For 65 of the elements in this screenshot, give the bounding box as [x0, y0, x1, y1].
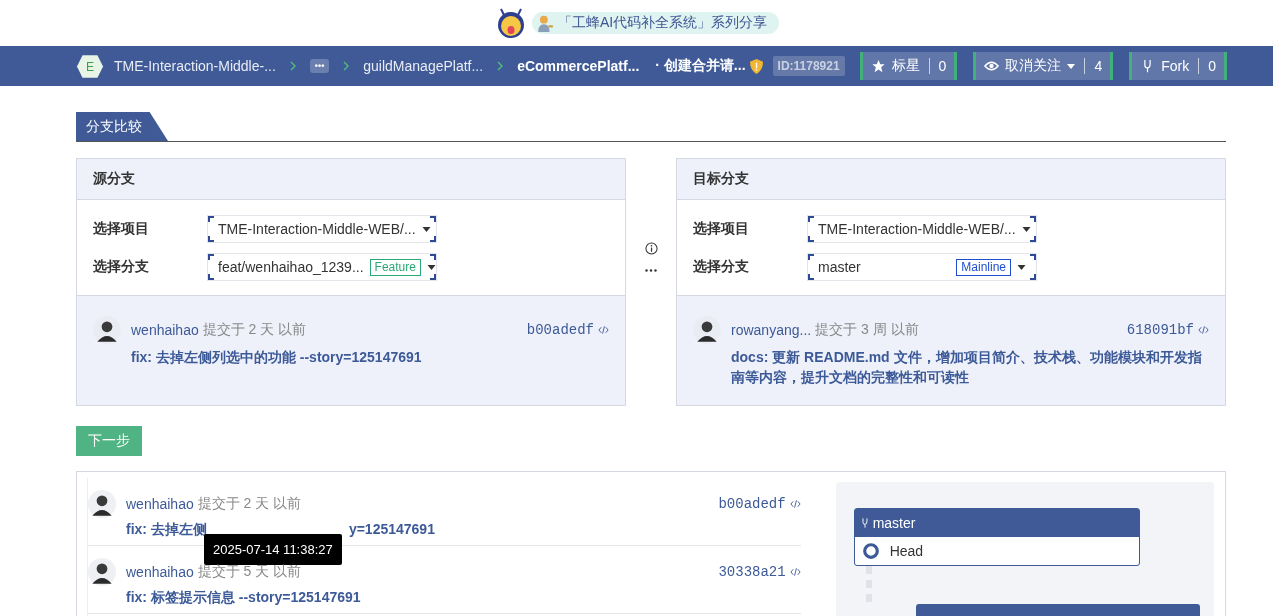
panel-title: 目标分支: [693, 170, 749, 188]
date-tooltip: 2025-07-14 11:38:27: [204, 534, 342, 565]
commit-time: 提交于 3 周 以前: [815, 321, 919, 339]
commit-time: 提交于 5 天 以前: [197, 563, 302, 581]
select-field[interactable]: TME-Interaction-Middle-WEB/...: [807, 215, 1037, 243]
commit-time: 提交于 2 天 以前: [202, 321, 307, 339]
more-button[interactable]: •••: [309, 59, 330, 73]
field-label: 选择项目: [93, 220, 150, 238]
commit-message[interactable]: y=125147691: [348, 519, 435, 539]
star-icon: [870, 59, 886, 73]
commit-author[interactable]: rowanyang...: [731, 322, 812, 338]
branch-tag: Feature: [369, 258, 421, 276]
code-icon[interactable]: [1198, 325, 1209, 335]
code-icon[interactable]: [789, 499, 801, 509]
branch-name: master: [872, 515, 916, 531]
caret-icon: [1021, 226, 1031, 232]
caret-icon: [1067, 63, 1076, 69]
id-badge: ID:1178921: [772, 56, 845, 76]
caret-icon: [421, 226, 431, 232]
field-label: 选择分支: [93, 258, 150, 276]
commit-sha[interactable]: b00adedf: [718, 496, 786, 512]
commit-time: 提交于 2 天 以前: [197, 495, 302, 513]
commit-author[interactable]: wenhaihao: [126, 564, 194, 580]
panel-title: 源分支: [93, 170, 135, 188]
commit-author[interactable]: wenhaihao: [131, 322, 199, 338]
shield-icon: [749, 58, 763, 74]
field-label: 选择分支: [693, 258, 750, 276]
commit-sha[interactable]: b00adedf: [526, 322, 594, 338]
breadcrumb-link[interactable]: TME-Interaction-Middle-...: [114, 58, 276, 74]
person-icon: [535, 14, 554, 32]
commit-node-icon: [861, 542, 880, 560]
info-icon: [644, 242, 658, 255]
avatar: [93, 316, 121, 344]
select-field[interactable]: feat/wenhaihao_1239... Feature: [207, 253, 437, 281]
chevron-icon: [289, 61, 296, 71]
action-button[interactable]: Fork 0: [1129, 52, 1227, 80]
code-icon[interactable]: [598, 325, 609, 335]
page-title: · 创建合并请...: [655, 57, 746, 75]
action-button[interactable]: 取消关注 4: [973, 52, 1114, 80]
breadcrumb-link[interactable]: guildManagePlatf...: [363, 58, 484, 74]
code-icon[interactable]: [789, 567, 801, 577]
breadcrumb-link[interactable]: eCommercePlatf...: [517, 58, 640, 74]
branch-icon: [860, 517, 869, 529]
commit-message[interactable]: docs: 更新 README.md 文件，增加项目简介、技术栈、功能模块和开发指南等内容，提升文档的完整性和可读性: [731, 347, 1209, 387]
field-label: 选择项目: [693, 220, 750, 238]
ellipsis-icon: [645, 269, 657, 272]
commit-sha[interactable]: 30338a21: [718, 564, 786, 580]
chevron-icon: [497, 61, 504, 71]
select-field[interactable]: TME-Interaction-Middle-WEB/...: [207, 215, 437, 243]
section-tab[interactable]: 分支比较: [76, 112, 168, 141]
node-label: Head: [889, 543, 924, 559]
commit-message[interactable]: fix: 标签提示信息 --story=125147691: [126, 587, 361, 607]
action-button[interactable]: 标星 0: [859, 52, 958, 80]
commit-message[interactable]: fix: 去掉左侧列选中的功能 --story=125147691: [131, 347, 609, 367]
caret-icon: [1017, 264, 1026, 270]
commit-author[interactable]: wenhaihao: [126, 496, 194, 512]
chevron-icon: [343, 61, 350, 71]
banner-link[interactable]: 「工蜂AI代码补全系统」系列分享: [531, 12, 780, 34]
avatar: [693, 316, 721, 344]
commit-message[interactable]: fix: 去掉左侧: [126, 519, 207, 539]
select-field[interactable]: master Mainline: [807, 253, 1037, 281]
caret-icon: [426, 264, 436, 270]
commit-sha[interactable]: 618091bf: [1126, 322, 1194, 338]
eye-icon: [984, 59, 1000, 73]
branch-tag: Mainline: [956, 258, 1011, 276]
